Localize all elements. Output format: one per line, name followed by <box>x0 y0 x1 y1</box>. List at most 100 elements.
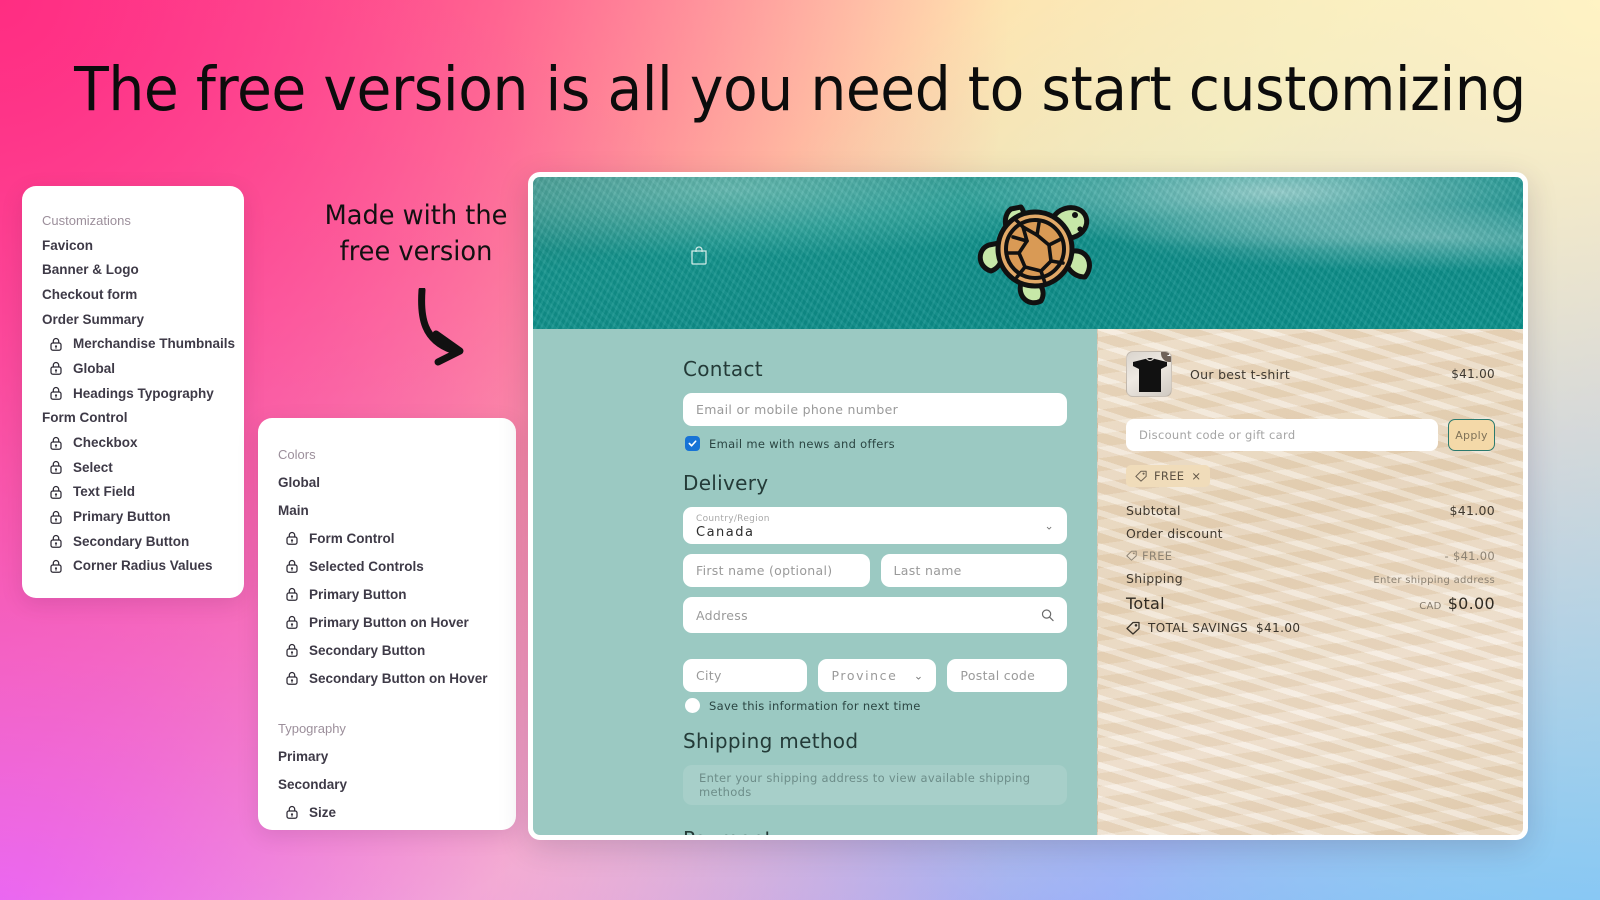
total-savings-label: TOTAL SAVINGS <box>1148 621 1249 635</box>
city-placeholder: City <box>696 668 722 683</box>
customizations-item-banner-logo[interactable]: Banner & Logo <box>22 257 244 282</box>
customizations-item-order-summary[interactable]: Order Summary <box>22 307 244 332</box>
order-total-label: Total <box>1126 594 1165 613</box>
lock-icon <box>48 558 64 574</box>
country-select[interactable]: Country/Region Canada ⌄ <box>683 507 1067 544</box>
save-info-label: Save this information for next time <box>709 698 921 713</box>
discount-code-placeholder: Discount code or gift card <box>1139 428 1296 442</box>
product-price: $41.00 <box>1451 367 1495 381</box>
summary-line: Shipping Enter shipping address <box>1126 571 1495 586</box>
total-savings-value: $41.00 <box>1256 621 1301 635</box>
applied-discount-tag: FREE × <box>1126 465 1211 487</box>
tag-icon <box>1126 550 1137 561</box>
city-field[interactable]: City <box>683 659 808 692</box>
product-thumbnail: 1 <box>1126 351 1172 397</box>
customizations-item-primary-button[interactable]: Primary Button <box>22 504 244 529</box>
order-line-item: 1 Our best t-shirt $41.00 <box>1126 351 1495 397</box>
store-banner <box>533 177 1523 329</box>
customizations-item-checkbox[interactable]: Checkbox <box>22 430 244 455</box>
colors-item-colors[interactable]: Colors <box>258 440 516 468</box>
customizations-item-select[interactable]: Select <box>22 455 244 480</box>
colors-item-primary-button[interactable]: Primary Button <box>258 580 516 608</box>
lock-icon <box>284 586 300 602</box>
colors-item-primary[interactable]: Primary <box>258 742 516 770</box>
colors-item-secondary[interactable]: Secondary <box>258 770 516 798</box>
country-select-label: Country/Region <box>696 514 770 524</box>
apply-discount-button[interactable]: Apply <box>1448 419 1495 451</box>
customizations-list: Customizations Favicon Banner & Logo Checko… <box>22 186 244 596</box>
order-total-currency: CAD <box>1419 601 1442 612</box>
applied-discount-label: FREE <box>1154 469 1185 483</box>
lock-icon <box>284 614 300 630</box>
postal-code-field[interactable]: Postal code <box>947 659 1068 692</box>
email-field-placeholder: Email or mobile phone number <box>696 402 899 417</box>
total-savings-row: TOTAL SAVINGS $41.00 <box>1126 621 1495 635</box>
province-select[interactable]: Province ⌄ <box>818 659 937 692</box>
colors-item-global[interactable]: Global <box>258 468 516 496</box>
city-province-postal-row: City Province ⌄ Postal code <box>683 659 1068 692</box>
summary-line-label: FREE <box>1126 549 1172 563</box>
payment-section-title: Payment <box>683 827 773 840</box>
first-name-placeholder: First name (optional) <box>696 563 833 578</box>
first-name-field[interactable]: First name (optional) <box>683 554 870 587</box>
list-item-label: Typography <box>278 720 346 736</box>
shopping-bag-icon[interactable] <box>690 245 708 265</box>
address-field[interactable]: Address <box>683 597 1067 633</box>
shipping-method-note: Enter your shipping address to view avai… <box>683 765 1067 805</box>
customizations-item-checkout-form[interactable]: Checkout form <box>22 282 244 307</box>
annotation-line-2: free version <box>339 236 493 268</box>
list-item-label: Global <box>278 474 321 490</box>
customizations-item-corner-radius-values[interactable]: Corner Radius Values <box>22 554 244 579</box>
country-select-value: Canada <box>696 525 755 540</box>
lock-icon <box>48 385 64 401</box>
summary-line-value: $41.00 <box>1449 503 1495 518</box>
product-name: Our best t-shirt <box>1190 366 1291 382</box>
tag-icon <box>1135 470 1147 482</box>
colors-item-form-control[interactable]: Form Control <box>258 524 516 552</box>
lock-icon <box>284 558 300 574</box>
list-item-label: Customizations <box>42 212 131 228</box>
save-info-checkbox[interactable] <box>685 698 700 713</box>
customizations-item-global[interactable]: Global <box>22 356 244 381</box>
delivery-section-title: Delivery <box>683 471 769 495</box>
postal-code-placeholder: Postal code <box>960 668 1036 683</box>
summary-lines: Subtotal $41.00 Order discount FREE - $41.00… <box>1126 503 1495 586</box>
list-item-label: Primary <box>278 748 329 764</box>
list-item-label: Form Control <box>309 530 395 546</box>
colors-item-main[interactable]: Main <box>258 496 516 524</box>
remove-discount-button[interactable]: × <box>1191 469 1201 483</box>
colors-item-secondary-button-on-hover[interactable]: Secondary Button on Hover <box>258 664 516 692</box>
list-item-label: Secondary Button <box>73 533 190 549</box>
colors-item-typography[interactable]: Typography <box>258 714 516 742</box>
list-item-label: Headings Typography <box>73 385 214 401</box>
customizations-item-text-field[interactable]: Text Field <box>22 480 244 505</box>
contact-section-title: Contact <box>683 357 763 381</box>
customizations-item-customizations[interactable]: Customizations <box>22 208 244 233</box>
list-item-label: Main <box>278 502 309 518</box>
email-field[interactable]: Email or mobile phone number <box>683 393 1067 426</box>
summary-line-label: Subtotal <box>1126 503 1181 518</box>
annotation-line-1: Made with the <box>324 200 508 231</box>
save-info-checkbox-row[interactable]: Save this information for next time <box>685 698 1067 713</box>
last-name-field[interactable]: Last name <box>880 554 1067 587</box>
search-icon[interactable] <box>1041 609 1054 622</box>
lock-icon <box>48 484 64 500</box>
customizations-item-secondary-button[interactable]: Secondary Button <box>22 529 244 554</box>
shipping-section-title: Shipping method <box>683 729 859 753</box>
colors-item-selected-controls[interactable]: Selected Controls <box>258 552 516 580</box>
customizations-item-headings-typography[interactable]: Headings Typography <box>22 381 244 406</box>
order-summary-column: 1 Our best t-shirt $41.00 Discount code … <box>1097 329 1523 835</box>
apply-discount-label: Apply <box>1455 428 1488 442</box>
newsletter-checkbox[interactable] <box>685 436 700 451</box>
customizations-item-favicon[interactable]: Favicon <box>22 233 244 258</box>
list-item-label: Global <box>73 360 116 376</box>
list-item-label: Colors <box>278 446 316 462</box>
colors-panel: Colors Global Main Form Control Selected Con… <box>258 418 516 830</box>
customizations-item-merchandise-thumbnails[interactable]: Merchandise Thumbnails <box>22 331 244 356</box>
colors-item-primary-button-on-hover[interactable]: Primary Button on Hover <box>258 608 516 636</box>
discount-code-input[interactable]: Discount code or gift card <box>1126 419 1438 451</box>
colors-item-size[interactable]: Size <box>258 798 516 826</box>
customizations-item-form-control[interactable]: Form Control <box>22 406 244 431</box>
colors-item-secondary-button[interactable]: Secondary Button <box>258 636 516 664</box>
newsletter-checkbox-row[interactable]: Email me with news and offers <box>685 436 1067 451</box>
